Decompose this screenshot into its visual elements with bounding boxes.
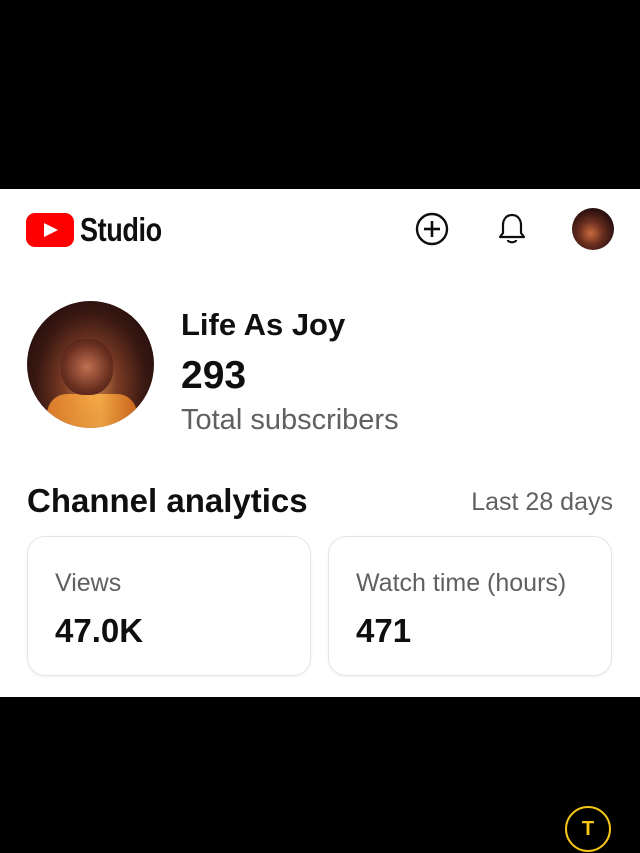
- stat-label: Watch time (hours): [356, 569, 567, 597]
- studio-dashboard-card: Studio Life As Joy 293 Total subscribers…: [0, 189, 640, 697]
- channel-avatar[interactable]: [27, 301, 154, 428]
- stat-value: 471: [356, 612, 412, 649]
- analytics-title: Channel analytics: [27, 482, 308, 519]
- top-app-bar: Studio: [0, 189, 640, 273]
- subscriber-label: Total subscribers: [181, 404, 399, 436]
- translate-overlay-button[interactable]: T: [565, 806, 611, 852]
- create-icon[interactable]: [412, 209, 452, 249]
- logo-text: Studio: [80, 211, 162, 248]
- stat-value: 47.0K: [55, 612, 144, 649]
- translate-glyph-icon: T: [581, 817, 595, 840]
- channel-name: Life As Joy: [181, 307, 346, 342]
- subscriber-count: 293: [181, 354, 247, 397]
- avatar-photo-face: [61, 339, 113, 395]
- avatar-photo-detail: [47, 394, 137, 428]
- studio-logo[interactable]: Studio: [26, 211, 180, 249]
- views-stat-card[interactable]: Views 47.0K: [27, 536, 311, 676]
- stat-label: Views: [55, 569, 122, 597]
- bell-icon[interactable]: [492, 209, 532, 249]
- account-avatar[interactable]: [572, 208, 614, 250]
- youtube-logo-icon: [26, 213, 74, 247]
- watch-time-stat-card[interactable]: Watch time (hours) 471: [328, 536, 612, 676]
- analytics-period[interactable]: Last 28 days: [471, 488, 613, 517]
